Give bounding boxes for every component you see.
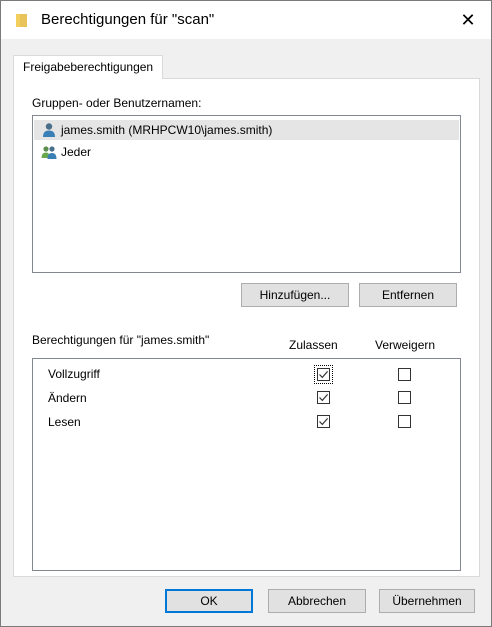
- groups-label: Gruppen- oder Benutzernamen:: [32, 96, 202, 110]
- tab-share-permissions[interactable]: Freigabeberechtigungen: [13, 55, 164, 79]
- deny-column-header: Verweigern: [375, 338, 436, 352]
- groups-listbox[interactable]: james.smith (MRHPCW10\james.smith) Jeder: [32, 115, 461, 273]
- checkmark-icon: [319, 394, 329, 402]
- title-bar[interactable]: Berechtigungen für "scan" ✕: [1, 1, 491, 39]
- permissions-label: Berechtigungen für "james.smith": [32, 333, 210, 347]
- permissions-dialog: Berechtigungen für "scan" ✕ Freigabebere…: [0, 0, 492, 627]
- tab-label: Freigabeberechtigungen: [23, 60, 154, 74]
- permission-name: Lesen: [48, 415, 81, 429]
- permission-name: Vollzugriff: [48, 367, 100, 381]
- add-button[interactable]: Hinzufügen...: [241, 283, 349, 307]
- permission-row: Ändern: [33, 387, 460, 411]
- permission-row: Vollzugriff: [33, 363, 460, 387]
- checkmark-icon: [319, 418, 329, 426]
- list-item-label: james.smith (MRHPCW10\james.smith): [61, 123, 273, 137]
- allow-checkbox[interactable]: [317, 415, 330, 428]
- remove-button[interactable]: Entfernen: [359, 283, 457, 307]
- list-item[interactable]: Jeder: [34, 142, 459, 162]
- list-item[interactable]: james.smith (MRHPCW10\james.smith): [34, 120, 459, 140]
- permission-name: Ändern: [48, 391, 87, 405]
- deny-checkbox[interactable]: [398, 415, 411, 428]
- group-icon: [41, 144, 57, 160]
- cancel-button[interactable]: Abbrechen: [268, 589, 366, 613]
- apply-button[interactable]: Übernehmen: [379, 589, 475, 613]
- allow-column-header: Zulassen: [289, 338, 338, 352]
- deny-checkbox[interactable]: [398, 368, 411, 381]
- folder-icon: [15, 12, 29, 28]
- allow-checkbox[interactable]: [317, 391, 330, 404]
- user-icon: [41, 122, 57, 138]
- close-icon: ✕: [460, 9, 476, 30]
- permission-row: Lesen: [33, 411, 460, 435]
- window-title: Berechtigungen für "scan": [41, 11, 215, 28]
- list-item-label: Jeder: [61, 145, 92, 159]
- allow-checkbox[interactable]: [314, 365, 333, 384]
- tab-panel: Gruppen- oder Benutzernamen: james.smith…: [13, 78, 480, 577]
- permissions-list: Vollzugriff Ändern Lesen: [32, 358, 461, 571]
- deny-checkbox[interactable]: [398, 391, 411, 404]
- ok-button[interactable]: OK: [165, 589, 253, 613]
- close-button[interactable]: ✕: [445, 1, 491, 39]
- checkmark-icon: [319, 371, 329, 379]
